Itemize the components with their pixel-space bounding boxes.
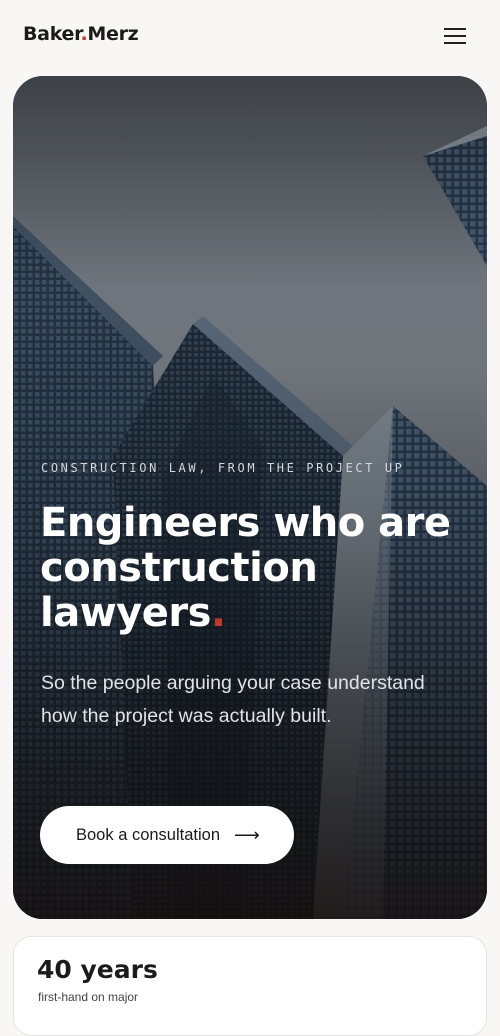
site-header: Baker.Merz — [0, 0, 500, 72]
hero-section: CONSTRUCTION LAW, FROM THE PROJECT UP En… — [13, 76, 487, 919]
hamburger-menu-icon[interactable] — [440, 24, 470, 48]
arrow-right-icon: ⟶ — [234, 824, 260, 845]
skyscrapers-background-image — [13, 76, 487, 919]
stat-label: first-hand on major — [38, 990, 139, 1004]
book-consultation-button[interactable]: Book a consultation ⟶ — [40, 806, 294, 864]
brand-logo[interactable]: Baker.Merz — [23, 23, 139, 45]
hero-eyebrow: CONSTRUCTION LAW, FROM THE PROJECT UP — [41, 461, 405, 475]
cta-label: Book a consultation — [76, 825, 221, 844]
hero-headline: Engineers who are construction lawyers. — [40, 500, 451, 636]
stats-card: 40 years first-hand on major — [13, 936, 487, 1036]
stat-value: 40 years — [37, 955, 158, 984]
hero-subtext: So the people arguing your case understa… — [41, 672, 425, 727]
